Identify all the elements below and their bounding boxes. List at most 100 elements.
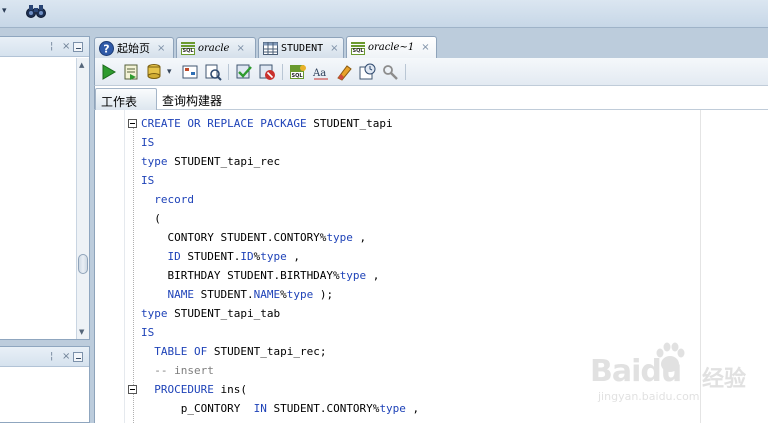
panel-header: ¦ × [0, 37, 89, 57]
code-line[interactable]: IS [141, 133, 419, 152]
watermark-url: jingyan.baidu.com [598, 390, 700, 403]
code-text: STUDENT_tapi_rec; [207, 345, 327, 358]
line-gutter [95, 110, 125, 423]
fold-toggle-icon[interactable] [128, 119, 137, 128]
code-line[interactable]: p_CONTORY IN STUDENT.CONTORY%type , [141, 399, 419, 418]
code-text: ); [313, 288, 334, 301]
code-keyword: type [339, 269, 367, 282]
code-line[interactable]: record [141, 190, 419, 209]
code-keyword: IN [253, 402, 267, 415]
dropdown-arrow-icon[interactable]: ▾ [167, 67, 172, 77]
code-line[interactable]: BIRTHDAY STUDENT.BIRTHDAY%type , [141, 266, 419, 285]
code-keyword: type [379, 402, 406, 415]
svg-text:Aa: Aa [312, 68, 326, 79]
secondary-panel: ¦ × [0, 346, 90, 423]
explain-plan-icon[interactable] [181, 63, 199, 81]
tab-label: oracle~1 [368, 42, 415, 53]
code-keyword: type [141, 155, 168, 168]
code-line[interactable]: IS [141, 323, 419, 342]
code-keyword: CREATE OR REPLACE PACKAGE [141, 117, 307, 130]
svg-text:?: ? [103, 42, 109, 55]
scroll-thumb[interactable] [78, 254, 88, 274]
worksheet-toolbar: ▾ SQL Aa [94, 58, 768, 86]
svg-text:SQL: SQL [291, 73, 303, 79]
help-icon: ? [99, 40, 114, 56]
code-keyword: type [286, 288, 314, 301]
tab-oracle[interactable]: SQL oracle × [176, 37, 256, 58]
code-line[interactable]: PROCEDURE ins( [141, 380, 419, 399]
tab-query-builder[interactable]: 查询构建器 [157, 88, 228, 110]
main-toolbar: ▾ [0, 0, 768, 28]
close-icon[interactable]: × [157, 43, 165, 54]
tab-start-page[interactable]: ? 起始页 × [94, 37, 174, 58]
fold-guide [133, 124, 134, 423]
code-line[interactable]: ( [141, 209, 419, 228]
sql-worksheet-icon: SQL [351, 41, 365, 55]
commit-icon[interactable] [145, 63, 163, 81]
code-line[interactable]: IS [141, 171, 419, 190]
clear-icon[interactable] [335, 63, 353, 81]
watermark-cn: 经验 [702, 367, 747, 392]
worksheet-subtabs: 工作表 查询构建器 [94, 86, 768, 110]
code-text: , [352, 231, 367, 244]
dropdown-arrow-icon[interactable]: ▾ [2, 4, 14, 18]
code-line[interactable]: ID STUDENT.ID%type , [141, 247, 419, 266]
navigator-panel: ¦ × ▲ ▼ [0, 36, 90, 340]
code-text: STUDENT_tapi_tab [167, 307, 281, 320]
tab-student[interactable]: STUDENT × [258, 37, 344, 58]
code-line[interactable]: NAME STUDENT.NAME%type ); [141, 285, 419, 304]
sql-tuning-icon[interactable]: SQL [289, 63, 307, 81]
close-icon[interactable]: × [421, 42, 429, 53]
scroll-up-icon[interactable]: ▲ [79, 61, 84, 69]
close-icon[interactable]: × [330, 43, 338, 54]
code-line[interactable]: type STUDENT_tapi_tab [141, 304, 419, 323]
code-line[interactable]: CONTORY STUDENT.CONTORY%type , [141, 228, 419, 247]
code-keyword: IS [141, 326, 155, 339]
code-keyword: IS [141, 136, 155, 149]
editor-tabbar: ? 起始页 × SQL oracle × STUDENT × SQL oracl… [94, 36, 768, 58]
code-keyword: NAME [141, 288, 194, 301]
code-keyword: type [326, 231, 353, 244]
tab-label: 起始页 [117, 42, 150, 55]
code-keyword: PROCEDURE [141, 383, 214, 396]
close-icon[interactable]: × [236, 43, 244, 54]
code-keyword: NAME [253, 288, 281, 301]
code-line[interactable]: CREATE OR REPLACE PACKAGE STUDENT_tapi [141, 114, 419, 133]
commit-check-icon[interactable] [235, 63, 253, 81]
minimize-icon[interactable] [73, 352, 83, 362]
code-keyword: type [260, 250, 287, 263]
code-text: BIRTHDAY STUDENT.BIRTHDAY% [141, 269, 340, 282]
autotrace-icon[interactable] [204, 63, 222, 81]
uppercase-icon[interactable]: Aa [312, 63, 330, 81]
tab-worksheet[interactable]: 工作表 [95, 88, 157, 110]
minimize-icon[interactable] [73, 42, 83, 52]
code-line[interactable]: TABLE OF STUDENT_tapi_rec; [141, 342, 419, 361]
tab-label: STUDENT [281, 42, 324, 54]
run-statement-icon[interactable] [99, 63, 117, 81]
panel-dropdown-icon[interactable]: ¦ [50, 41, 53, 53]
panel-dropdown-icon[interactable]: ¦ [50, 351, 53, 363]
binoculars-icon[interactable] [26, 3, 46, 19]
find-icon[interactable] [381, 63, 399, 81]
code-text: CONTORY STUDENT.CONTORY% [141, 231, 327, 244]
code-keyword: ID [141, 250, 181, 263]
run-script-icon[interactable] [122, 63, 140, 81]
close-icon[interactable]: × [62, 41, 70, 53]
panel-header: ¦ × [0, 347, 89, 367]
vertical-scrollbar[interactable]: ▲ ▼ [76, 58, 89, 339]
tab-label: oracle [198, 42, 230, 54]
code-text: STUDENT_tapi_rec [167, 155, 281, 168]
tab-oracle-1[interactable]: SQL oracle~1 × [346, 36, 437, 58]
code-text: STUDENT.CONTORY% [266, 402, 380, 415]
history-icon[interactable] [358, 63, 376, 81]
code-text: % [280, 288, 287, 301]
code-keyword: type [141, 307, 168, 320]
code-text: p_CONTORY [141, 402, 254, 415]
rollback-icon[interactable] [258, 63, 276, 81]
fold-toggle-icon[interactable] [128, 385, 137, 394]
code-line[interactable]: -- insert [141, 361, 419, 380]
code-line[interactable]: type STUDENT_tapi_rec [141, 152, 419, 171]
close-icon[interactable]: × [62, 351, 70, 363]
code-keyword: ID [240, 250, 254, 263]
scroll-down-icon[interactable]: ▼ [79, 328, 84, 336]
